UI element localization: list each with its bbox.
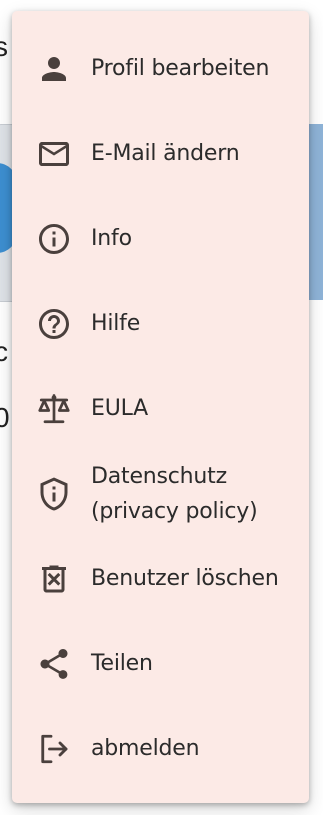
menu-item-label: Profil bearbeiten xyxy=(91,56,270,81)
menu-item-label: Teilen xyxy=(91,651,153,676)
background-text-fragment: s xyxy=(0,31,8,62)
person-icon xyxy=(36,51,72,87)
background-text-fragment: c xyxy=(0,336,8,367)
logout-icon xyxy=(36,731,72,767)
share-icon xyxy=(36,646,72,682)
menu-item-change-email[interactable]: E-Mail ändern xyxy=(12,111,309,196)
menu-item-privacy-policy[interactable]: Datenschutz (privacy policy) xyxy=(12,451,309,536)
menu-item-delete-user[interactable]: Benutzer löschen xyxy=(12,536,309,621)
overflow-menu: Profil bearbeiten E-Mail ändern Info Hil… xyxy=(12,11,309,803)
menu-item-label: abmelden xyxy=(91,736,200,761)
menu-item-label: Hilfe xyxy=(91,311,141,336)
menu-item-label: Info xyxy=(91,226,132,251)
shield-icon xyxy=(36,476,72,512)
menu-item-label: Datenschutz (privacy policy) xyxy=(91,463,258,524)
menu-item-edit-profile[interactable]: Profil bearbeiten xyxy=(12,26,309,111)
scale-icon xyxy=(36,391,72,427)
menu-item-label: E-Mail ändern xyxy=(91,141,240,166)
menu-item-logout[interactable]: abmelden xyxy=(12,706,309,791)
mail-icon xyxy=(36,136,72,172)
menu-item-label: EULA xyxy=(91,396,149,421)
background-text-fragment: 0 xyxy=(0,402,10,433)
menu-item-info[interactable]: Info xyxy=(12,196,309,281)
menu-item-share[interactable]: Teilen xyxy=(12,621,309,706)
background-image-edge xyxy=(309,124,323,300)
delete-icon xyxy=(36,561,72,597)
help-icon xyxy=(36,306,72,342)
info-icon xyxy=(36,221,72,257)
menu-item-label: Benutzer löschen xyxy=(91,566,279,591)
menu-item-help[interactable]: Hilfe xyxy=(12,281,309,366)
menu-item-eula[interactable]: EULA xyxy=(12,366,309,451)
